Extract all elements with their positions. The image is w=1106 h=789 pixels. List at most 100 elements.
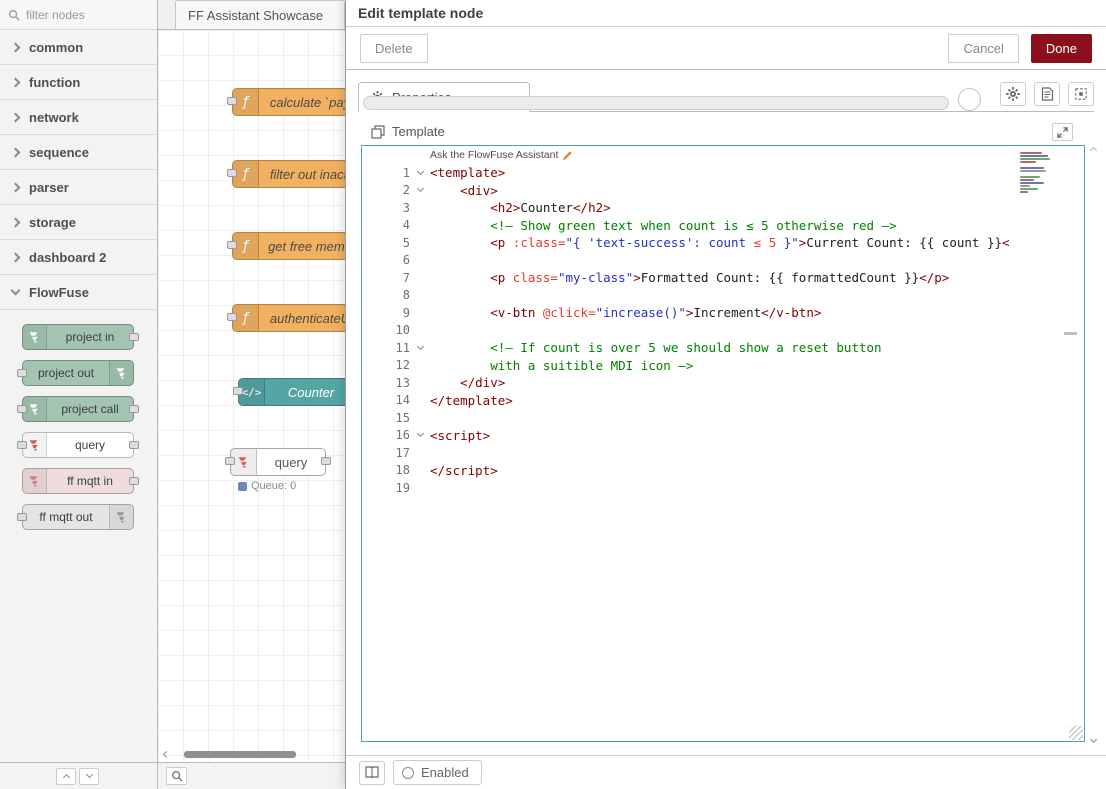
code-line: 6 — [362, 252, 1084, 270]
palette-node-ff-mqtt-in[interactable]: ff mqtt in — [22, 468, 134, 494]
category-label: sequence — [29, 145, 89, 160]
palette-category-parser[interactable]: parser — [0, 170, 157, 205]
port-right[interactable] — [321, 457, 331, 465]
palette-node-label: project in — [47, 330, 133, 344]
fold-chevron-icon — [416, 343, 423, 350]
editor-lines[interactable]: 1<template>2 <div>3 <h2>Counter</h2>4 <!… — [362, 146, 1084, 497]
horizontal-scrollbar[interactable] — [164, 750, 345, 758]
line-number: 8 — [362, 288, 410, 302]
node-enabled-toggle[interactable]: Enabled — [393, 760, 482, 785]
search-flows-button[interactable] — [166, 767, 187, 785]
assistant-submit-button[interactable] — [958, 88, 981, 111]
node-icon — [109, 361, 133, 385]
palette-node-label: ff mqtt in — [47, 474, 133, 488]
status-text: Queue: 0 — [251, 480, 296, 492]
settings-button[interactable] — [1000, 82, 1026, 106]
port-left[interactable] — [227, 241, 237, 249]
chevron-down-icon — [11, 286, 21, 296]
flow-node-counter[interactable]: </>Counter — [238, 378, 345, 406]
fold-toggle[interactable] — [410, 189, 430, 191]
port-left[interactable] — [227, 97, 237, 105]
code-line: 18</script> — [362, 462, 1084, 480]
flow-node-calculate-pay[interactable]: ƒcalculate `pay — [232, 88, 345, 116]
editor-resize-grip[interactable] — [1069, 726, 1083, 740]
node-icon — [23, 469, 47, 493]
node-icon — [23, 325, 47, 349]
collapse-all-categories-button[interactable] — [56, 768, 76, 785]
node-label: query — [257, 455, 325, 470]
scope-icon — [1074, 87, 1088, 101]
port-right — [129, 477, 139, 485]
cancel-button[interactable]: Cancel — [948, 34, 1018, 63]
description-button[interactable] — [1034, 82, 1060, 106]
code-text: <h2>Counter</h2> — [430, 200, 611, 215]
palette-category-common[interactable]: common — [0, 30, 157, 65]
line-number: 11 — [362, 341, 410, 355]
palette-category-sequence[interactable]: sequence — [0, 135, 157, 170]
template-code-editor[interactable]: Ask the FlowFuse Assistant 1<template>2 … — [361, 145, 1085, 742]
expand-all-categories-button[interactable] — [79, 768, 99, 785]
workspace-canvas[interactable]: ƒcalculate `pay ƒfilter out inacti ƒget fr… — [158, 30, 345, 762]
scope-button[interactable] — [1068, 82, 1094, 106]
node-palette: common functionnetwork sequence parserstora… — [0, 0, 158, 762]
line-number: 2 — [362, 183, 410, 197]
assistant-input-bar[interactable] — [363, 96, 949, 110]
fold-toggle[interactable] — [410, 434, 430, 436]
palette-search[interactable] — [0, 0, 157, 30]
flow-node-authenticateu[interactable]: ƒauthenticateU — [232, 304, 345, 332]
palette-node-label: project out — [23, 366, 109, 380]
filter-nodes-input[interactable] — [26, 8, 136, 22]
port-left[interactable] — [227, 169, 237, 177]
palette-node-project-out[interactable]: project out — [22, 360, 134, 386]
palette-node-ff-mqtt-out[interactable]: ff mqtt out — [22, 504, 134, 530]
category-label: common — [29, 40, 83, 55]
port-left[interactable] — [227, 313, 237, 321]
line-number: 4 — [362, 218, 410, 232]
code-text: <template> — [430, 165, 505, 180]
code-text: <v-btn @click="increase()">Increment</v-… — [430, 305, 821, 320]
fold-toggle[interactable] — [410, 347, 430, 349]
flowfuse-logo-icon — [115, 511, 128, 524]
chevron-up-icon — [62, 774, 69, 781]
minimap[interactable] — [1020, 152, 1058, 196]
code-text: <!— Show green text when count is ≤ 5 ot… — [430, 218, 897, 233]
line-number: 5 — [362, 236, 410, 250]
done-button[interactable]: Done — [1031, 34, 1092, 63]
chevron-right-icon — [11, 147, 21, 157]
palette-category-FlowFuse[interactable]: FlowFuse — [0, 275, 157, 310]
palette-category-storage[interactable]: storage — [0, 205, 157, 240]
palette-category-network[interactable]: network — [0, 100, 157, 135]
tab-ff-assistant-showcase[interactable]: FF Assistant Showcase — [175, 0, 345, 29]
code-line: 2 <div> — [362, 182, 1084, 200]
palette-node-project-in[interactable]: project in — [22, 324, 134, 350]
assistant-hint-label: Ask the FlowFuse Assistant — [430, 149, 558, 161]
assistant-hint[interactable]: Ask the FlowFuse Assistant — [430, 149, 573, 161]
fold-toggle[interactable] — [410, 172, 430, 174]
workspace-tab-label: FF Assistant Showcase — [188, 8, 323, 23]
flow-node-filter-out-inacti[interactable]: ƒfilter out inacti — [232, 160, 345, 188]
node-label: filter out inacti — [259, 167, 345, 182]
docs-book-button[interactable] — [359, 761, 385, 785]
port-right — [129, 333, 139, 341]
horizontal-scrollbar-thumb[interactable] — [184, 751, 296, 758]
expand-editor-button[interactable] — [1052, 123, 1073, 141]
palette-node-project-call[interactable]: project call — [22, 396, 134, 422]
search-icon — [8, 9, 20, 21]
palette-node-query[interactable]: query — [22, 432, 134, 458]
scroll-up-icon[interactable] — [1090, 147, 1097, 154]
port-left[interactable] — [233, 387, 243, 395]
code-line: 12 with a suitible MDI icon —> — [362, 357, 1084, 375]
scroll-down-icon[interactable] — [1090, 736, 1097, 743]
flowfuse-logo-icon — [115, 367, 128, 380]
code-line: 17 — [362, 444, 1084, 462]
palette-category-function[interactable]: function — [0, 65, 157, 100]
palette-category-dashboard-2[interactable]: dashboard 2 — [0, 240, 157, 275]
flow-node-get-free-memo[interactable]: ƒget free memo — [232, 232, 345, 260]
port-left[interactable] — [225, 457, 235, 465]
flow-node-query[interactable]: query — [230, 448, 326, 476]
palette-node-label: query — [47, 438, 133, 452]
edit-template-node-tray: Edit template node Delete Cancel Done Pr… — [345, 0, 1106, 789]
tray-footer: Enabled — [346, 755, 1106, 789]
scrollbar-marker — [1064, 332, 1077, 335]
delete-button[interactable]: Delete — [360, 34, 428, 63]
